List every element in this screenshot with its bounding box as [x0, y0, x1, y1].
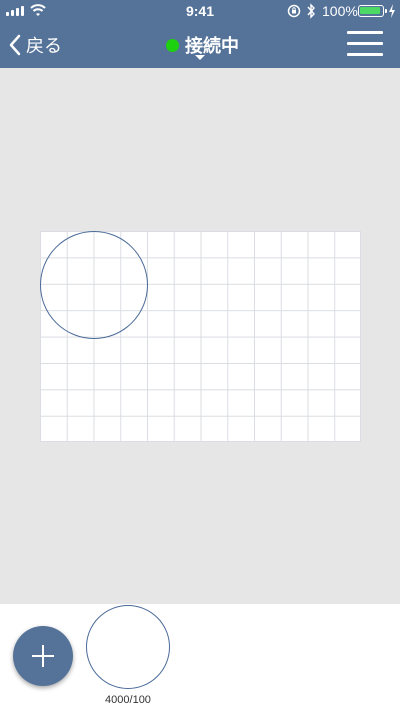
add-button[interactable] — [13, 626, 73, 686]
bluetooth-icon — [307, 3, 315, 19]
caret-down-icon[interactable] — [195, 55, 205, 60]
orientation-lock-icon — [287, 4, 301, 18]
charging-bolt-icon — [389, 4, 395, 18]
connection-indicator-dot — [166, 38, 179, 52]
battery-percent: 100% — [322, 3, 358, 19]
hamburger-menu-button[interactable] — [347, 31, 383, 57]
chevron-left-icon — [9, 34, 21, 56]
canvas-circle-shape[interactable] — [40, 231, 148, 339]
thumbnail-label: 4000/100 — [105, 694, 151, 706]
header-bar: 9:41 100% 戻る 接続中 — [0, 0, 400, 68]
shape-thumbnail[interactable] — [86, 605, 170, 689]
status-bar: 9:41 100% — [0, 0, 400, 22]
grid-canvas[interactable] — [40, 231, 361, 442]
battery-icon — [358, 5, 387, 17]
plus-icon-vertical — [42, 645, 44, 667]
back-button[interactable]: 戻る — [8, 32, 62, 58]
back-label: 戻る — [26, 36, 62, 56]
connection-status-label: 接続中 — [185, 36, 239, 56]
